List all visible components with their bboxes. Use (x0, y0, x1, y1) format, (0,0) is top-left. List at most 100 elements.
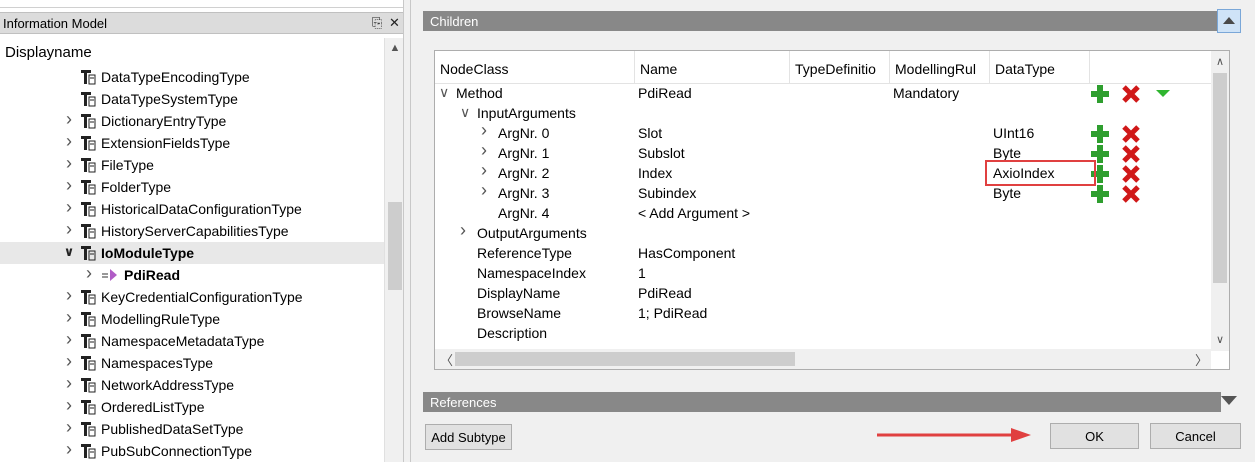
chevron-right-icon[interactable]: › (62, 131, 76, 152)
tree-item-label: KeyCredentialConfigurationType (101, 289, 303, 305)
scroll-down-icon[interactable]: ∨ (1211, 333, 1229, 346)
chevron-right-icon[interactable]: › (82, 263, 96, 284)
left-top-strip (0, 0, 403, 8)
move-down-icon[interactable] (1153, 84, 1173, 104)
chevron-right-icon[interactable]: › (481, 160, 487, 181)
grid-row[interactable]: ∨ Method PdiRead Mandatory (435, 83, 1211, 103)
grid-row[interactable]: DisplayName PdiRead (435, 283, 1211, 303)
tree-item[interactable]: ∨ IoModuleType (0, 242, 384, 264)
grid-row[interactable]: ReferenceType HasComponent (435, 243, 1211, 263)
tree-item-label: PubSubConnectionType (101, 443, 252, 459)
add-icon[interactable] (1090, 184, 1110, 204)
chevron-down-icon[interactable]: ∨ (439, 84, 449, 101)
grid-row[interactable]: BrowseName 1; PdiRead (435, 303, 1211, 323)
scroll-up-icon[interactable]: ∧ (1211, 55, 1229, 68)
chevron-down-icon[interactable]: ∨ (460, 104, 470, 121)
chevron-right-icon[interactable]: › (481, 120, 487, 141)
tree-item[interactable]: › OrderedListType (0, 395, 384, 418)
scroll-thumb[interactable] (388, 202, 402, 290)
tree-item[interactable]: › HistoricalDataConfigurationType (0, 197, 384, 220)
chevron-right-icon[interactable]: › (62, 219, 76, 240)
expand-references-icon[interactable] (1221, 396, 1237, 405)
delete-icon[interactable] (1121, 124, 1141, 144)
cell-nodeclass: ReferenceType (477, 245, 572, 261)
col-datatype[interactable]: DataType (990, 51, 1090, 83)
chevron-right-icon[interactable]: › (62, 395, 76, 416)
grid-horizontal-scrollbar[interactable]: 〈 〉 (435, 349, 1211, 369)
scroll-thumb[interactable] (1213, 73, 1227, 283)
tree-item[interactable]: › FolderType (0, 175, 384, 198)
chevron-right-icon[interactable]: › (62, 373, 76, 394)
scroll-left-icon[interactable]: 〈 (440, 350, 453, 369)
grid-row[interactable]: Description (435, 323, 1211, 343)
tree-item[interactable]: › FileType (0, 153, 384, 176)
cell-nodeclass: Description (477, 325, 548, 341)
grid-row[interactable]: › ArgNr. 0 Slot UInt16 (435, 120, 1211, 144)
chevron-right-icon[interactable]: › (460, 220, 466, 241)
cell-name: PdiRead (638, 85, 692, 101)
delete-icon[interactable] (1121, 84, 1141, 104)
scroll-up-icon[interactable]: ▲ (385, 42, 403, 54)
delete-icon[interactable] (1121, 164, 1141, 184)
scroll-thumb[interactable] (455, 352, 795, 366)
chevron-right-icon[interactable]: › (62, 153, 76, 174)
close-icon[interactable]: ✕ (389, 15, 400, 31)
tree-item[interactable]: › NamespacesType (0, 351, 384, 374)
cell-name: PdiRead (638, 285, 692, 301)
grid-row[interactable]: › ArgNr. 3 Subindex Byte (435, 180, 1211, 204)
col-modellingrule[interactable]: ModellingRul (890, 51, 990, 83)
chevron-right-icon[interactable]: › (62, 285, 76, 306)
tree-item-method[interactable]: › PdiRead (0, 263, 384, 286)
ok-button[interactable]: OK (1050, 423, 1139, 449)
chevron-right-icon[interactable]: › (62, 417, 76, 438)
tree-item[interactable]: › ModellingRuleType (0, 307, 384, 330)
add-icon[interactable] (1090, 124, 1110, 144)
col-typedefinition[interactable]: TypeDefinitio (790, 51, 890, 83)
chevron-right-icon[interactable]: › (62, 351, 76, 372)
grid-vertical-scrollbar[interactable]: ∧ ∨ (1211, 51, 1229, 351)
chevron-right-icon[interactable]: › (481, 180, 487, 201)
delete-icon[interactable] (1121, 184, 1141, 204)
tree-item[interactable]: › PubSubConnectionType (0, 439, 384, 462)
cancel-button[interactable]: Cancel (1150, 423, 1241, 449)
grid-row[interactable]: NamespaceIndex 1 (435, 263, 1211, 283)
tree-scrollbar[interactable]: ▲ (384, 38, 403, 462)
cell-nodeclass: InputArguments (477, 105, 576, 121)
chevron-right-icon[interactable]: › (62, 329, 76, 350)
cell-datatype: UInt16 (993, 125, 1035, 141)
collapse-children-button[interactable] (1217, 9, 1241, 33)
chevron-right-icon[interactable]: › (62, 175, 76, 196)
tree-item[interactable]: › NetworkAddressType (0, 373, 384, 396)
chevron-right-icon[interactable]: › (481, 140, 487, 161)
add-icon[interactable] (1090, 84, 1110, 104)
chevron-right-icon[interactable]: › (62, 307, 76, 328)
chevron-down-icon[interactable]: ∨ (62, 244, 76, 260)
cell-name: 1; PdiRead (638, 305, 708, 321)
chevron-right-icon[interactable]: › (62, 109, 76, 130)
add-subtype-button[interactable]: Add Subtype (425, 424, 512, 450)
col-nodeclass[interactable]: NodeClass (435, 51, 635, 83)
tree-item[interactable]: › ExtensionFieldsType (0, 131, 384, 154)
tree-item[interactable]: › HistoryServerCapabilitiesType (0, 219, 384, 242)
tree-item[interactable]: › DictionaryEntryType (0, 109, 384, 132)
col-name[interactable]: Name (635, 51, 790, 83)
cell-datatype: Byte (993, 185, 1022, 201)
references-section-header[interactable]: References (423, 392, 1221, 412)
tree-item[interactable]: › KeyCredentialConfigurationType (0, 285, 384, 308)
chevron-right-icon[interactable]: › (62, 197, 76, 218)
tree-item[interactable]: DataTypeEncodingType (0, 66, 384, 88)
grid-row[interactable]: ∨ InputArguments (435, 103, 1211, 123)
cell-name: Index (638, 165, 673, 181)
tree-item[interactable]: DataTypeSystemType (0, 88, 384, 110)
cell-name: Subslot (638, 145, 685, 161)
chevron-right-icon[interactable]: › (62, 439, 76, 460)
scroll-right-icon[interactable]: 〉 (1195, 350, 1208, 369)
tree-item[interactable]: › PublishedDataSetType (0, 417, 384, 440)
grid-header: NodeClass Name TypeDefinitio ModellingRu… (435, 51, 1211, 84)
pin-icon[interactable]: ⎘ (372, 15, 382, 31)
grid-row[interactable]: › OutputArguments (435, 220, 1211, 243)
tree-item-label: FileType (101, 157, 154, 173)
tree-item[interactable]: › NamespaceMetadataType (0, 329, 384, 352)
delete-icon[interactable] (1121, 144, 1141, 164)
grid-row[interactable]: ArgNr. 4 < Add Argument > (435, 203, 1211, 223)
